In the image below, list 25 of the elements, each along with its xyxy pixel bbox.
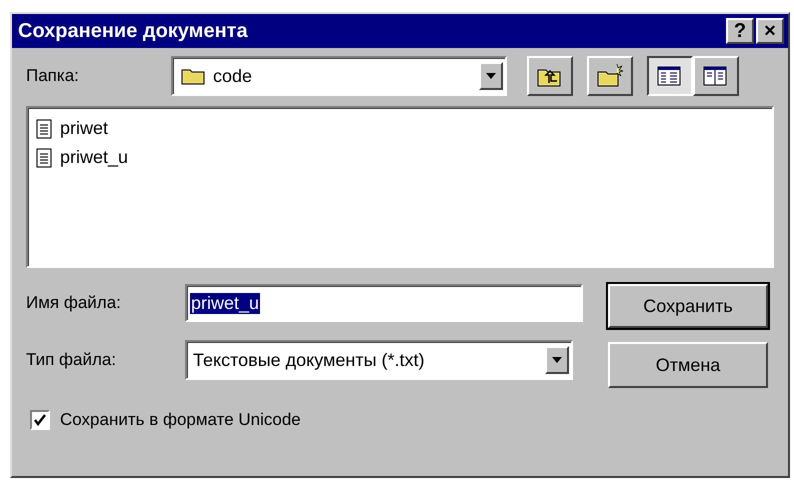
folder-dropdown[interactable]: code <box>171 56 507 96</box>
folder-label: Папка: <box>26 66 80 86</box>
file-name-field[interactable]: priwet_u <box>185 284 583 322</box>
file-type-label: Тип файла: <box>26 350 118 370</box>
unicode-label: Сохранить в формате Unicode <box>60 410 302 430</box>
close-button[interactable]: × <box>756 18 784 44</box>
cancel-button[interactable]: Отмена <box>608 342 768 388</box>
help-button[interactable]: ? <box>726 18 754 44</box>
dropdown-arrow-icon <box>552 357 562 363</box>
file-item[interactable]: priwet <box>60 118 108 139</box>
window-title: Сохранение документа <box>18 20 248 42</box>
folder-icon <box>181 67 205 85</box>
file-name-label: Имя файла: <box>26 293 122 313</box>
details-view-button[interactable] <box>693 56 739 96</box>
checkmark-icon <box>34 414 46 426</box>
dropdown-arrow-icon <box>486 73 496 79</box>
new-folder-button[interactable] <box>587 56 633 96</box>
up-folder-button[interactable] <box>527 56 573 96</box>
file-type-dropdown[interactable]: Текстовые документы (*.txt) <box>185 340 573 380</box>
list-view-button[interactable] <box>647 56 693 96</box>
text-file-icon <box>36 148 52 168</box>
save-button[interactable]: Сохранить <box>608 284 768 328</box>
file-item[interactable]: priwet_u <box>60 147 128 168</box>
text-file-icon <box>36 118 52 138</box>
unicode-checkbox[interactable] <box>30 410 50 430</box>
